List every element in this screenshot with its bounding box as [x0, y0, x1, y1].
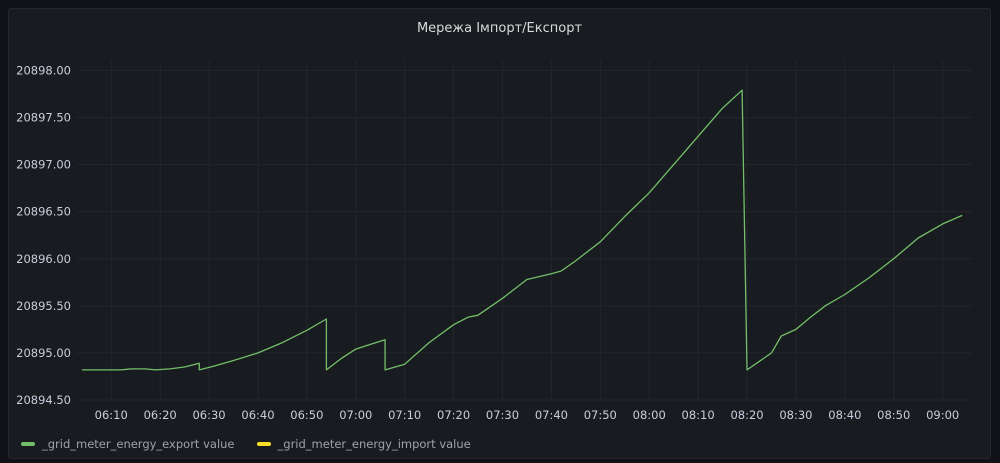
x-tick-label: 08:40	[828, 408, 861, 422]
x-tick-label: 08:30	[779, 408, 812, 422]
y-axis-ticks: 20894.50 20895.00 20895.50 20896.00 20896.50…	[16, 63, 71, 407]
x-tick-label: 08:20	[730, 408, 763, 422]
legend-item-import[interactable]: _grid_meter_energy_import value	[256, 437, 471, 451]
x-tick-label: 07:40	[535, 408, 568, 422]
legend: _grid_meter_energy_export value _grid_me…	[21, 436, 471, 452]
legend-swatch-export	[21, 442, 35, 446]
y-tick-label: 20896.00	[16, 252, 71, 266]
x-tick-label: 07:10	[388, 408, 421, 422]
x-tick-label: 06:10	[95, 408, 128, 422]
x-tick-label: 08:00	[633, 408, 666, 422]
x-tick-label: 08:10	[682, 408, 715, 422]
chart-panel: Мережа Імпорт/Експорт 20894.50 20895.00 20…	[8, 8, 991, 459]
x-tick-label: 09:00	[926, 408, 959, 422]
x-tick-label: 07:50	[584, 408, 617, 422]
y-tick-label: 20898.00	[16, 63, 71, 77]
legend-label-export: _grid_meter_energy_export value	[42, 437, 235, 451]
y-tick-label: 20897.50	[16, 111, 71, 125]
legend-swatch-import	[256, 442, 271, 446]
x-axis-ticks: 06:10 06:20 06:30 06:40 06:50 07:00 07:10 07:20…	[95, 408, 960, 422]
legend-label-import: _grid_meter_energy_import value	[277, 437, 471, 451]
x-tick-label: 07:00	[339, 408, 372, 422]
series-line-export[interactable]	[81, 89, 963, 371]
x-tick-label: 08:50	[877, 408, 910, 422]
series-lines	[81, 89, 963, 371]
x-tick-label: 07:20	[437, 408, 470, 422]
y-tick-label: 20896.50	[16, 205, 71, 219]
x-tick-label: 06:40	[241, 408, 274, 422]
y-tick-label: 20897.00	[16, 158, 71, 172]
grid-lines	[77, 61, 972, 401]
line-chart: 20894.50 20895.00 20895.50 20896.00 20896.50…	[16, 61, 972, 422]
x-tick-label: 06:50	[290, 408, 323, 422]
y-tick-label: 20895.00	[16, 346, 71, 360]
x-tick-label: 06:30	[192, 408, 225, 422]
legend-item-export[interactable]: _grid_meter_energy_export value	[21, 437, 235, 451]
y-tick-label: 20895.50	[16, 299, 71, 313]
x-tick-label: 06:20	[144, 408, 177, 422]
y-tick-label: 20894.50	[16, 393, 71, 407]
x-tick-label: 07:30	[486, 408, 519, 422]
